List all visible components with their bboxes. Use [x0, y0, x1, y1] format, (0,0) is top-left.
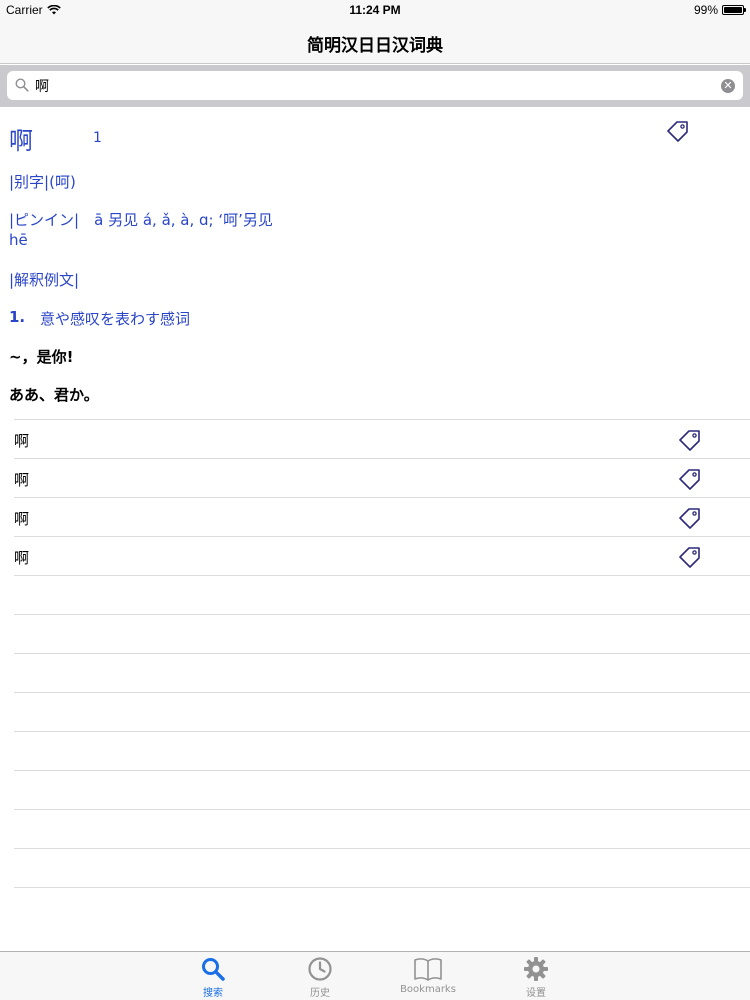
bookmark-tag-icon[interactable]	[666, 120, 690, 142]
list-item-word: 啊	[14, 471, 30, 489]
gear-icon	[524, 957, 548, 981]
tab-label: 搜索	[203, 988, 223, 999]
status-bar: Carrier 11:24 PM 99%	[0, 0, 750, 20]
empty-row	[14, 653, 750, 692]
battery-level	[724, 7, 742, 13]
result-list: 啊 啊 啊 啊	[0, 419, 750, 926]
list-item-word: 啊	[14, 510, 30, 528]
empty-row	[14, 887, 750, 926]
tab-label: 设置	[526, 988, 546, 999]
example-japanese: ああ、君か。	[9, 386, 99, 404]
sense-text: 意や感叹を表わす感词	[40, 310, 191, 328]
empty-row	[14, 692, 750, 731]
tab-bookmarks[interactable]: Bookmarks	[388, 956, 468, 995]
list-item-word: 啊	[14, 432, 30, 450]
list-item-word: 啊	[14, 549, 30, 567]
entry-number: 1	[93, 130, 102, 146]
example-chinese: ~，是你!	[9, 348, 74, 366]
book-icon	[414, 958, 442, 981]
status-time: 11:24 PM	[349, 3, 401, 17]
empty-row	[14, 770, 750, 809]
clock-icon	[308, 957, 332, 981]
battery-info: 99%	[693, 3, 746, 17]
search-field[interactable]: ✕	[7, 71, 743, 100]
bookmark-tag-icon[interactable]	[678, 507, 702, 529]
empty-row	[14, 575, 750, 614]
pinyin-line: |ピンイン| ā 另见 á, ǎ, à, ɑ; ‘呵’另见	[9, 211, 273, 229]
empty-row	[14, 809, 750, 848]
empty-row	[14, 848, 750, 887]
search-icon	[15, 78, 29, 92]
empty-row	[14, 731, 750, 770]
pinyin-line-continued: hē	[9, 231, 28, 249]
list-item[interactable]: 啊	[14, 536, 750, 575]
bookmark-tag-icon[interactable]	[678, 429, 702, 451]
search-icon	[202, 958, 225, 981]
tab-label: 历史	[310, 988, 330, 999]
tab-search[interactable]: 搜索	[173, 956, 253, 999]
explanation-header: |解釈例文|	[9, 271, 80, 289]
tab-history[interactable]: 历史	[280, 956, 360, 999]
dictionary-entry: 啊 1 |别字|(呵) |ピンイン| ā 另见 á, ǎ, à, ɑ; ‘呵’另…	[0, 107, 750, 419]
page-title: 简明汉日日汉词典	[307, 36, 443, 56]
list-item[interactable]: 啊	[14, 419, 750, 458]
entry-headword: 啊	[9, 127, 33, 155]
search-input[interactable]	[35, 71, 715, 100]
battery-icon	[722, 5, 746, 15]
list-item[interactable]: 啊	[14, 458, 750, 497]
variant-line: |别字|(呵)	[9, 173, 76, 191]
tab-bar: 搜索 历史 Bookmarks 设置	[0, 951, 750, 1000]
tab-label: Bookmarks	[400, 984, 456, 995]
tab-settings[interactable]: 设置	[496, 956, 576, 999]
clear-search-button[interactable]: ✕	[721, 79, 735, 93]
sense-number: 1.	[9, 308, 26, 326]
bookmark-tag-icon[interactable]	[678, 546, 702, 568]
bookmark-tag-icon[interactable]	[678, 468, 702, 490]
navigation-bar: 简明汉日日汉词典	[0, 20, 750, 64]
search-bar: ✕	[0, 65, 750, 107]
empty-row	[14, 614, 750, 653]
list-item[interactable]: 啊	[14, 497, 750, 536]
battery-percent: 99%	[693, 3, 718, 17]
